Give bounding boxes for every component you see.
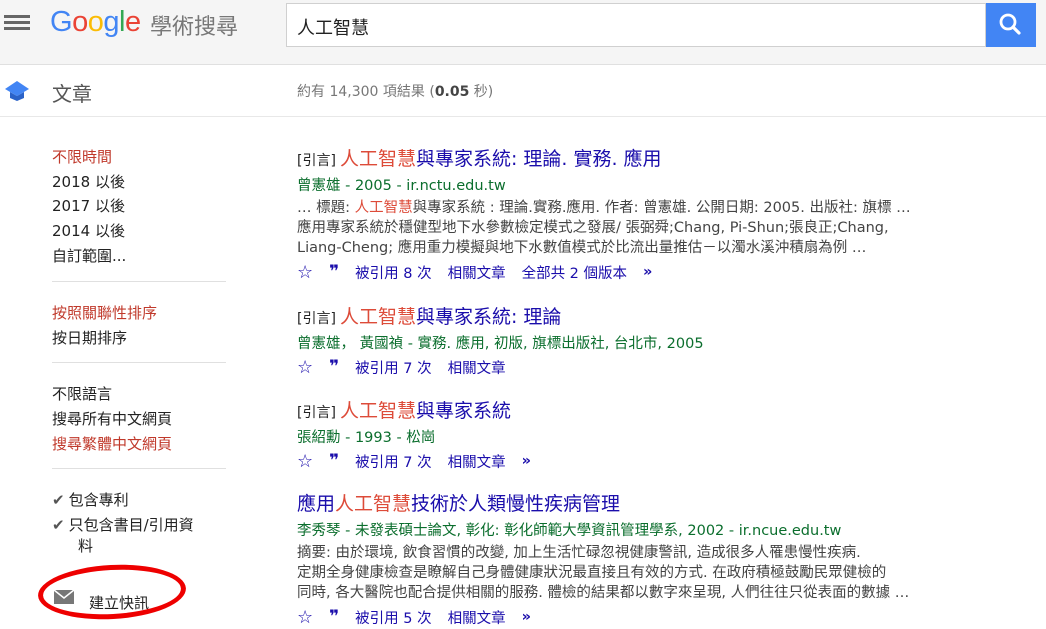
lang-traditional-chinese[interactable]: 搜尋繁體中文網頁: [52, 433, 172, 454]
result-stats: 約有 14,300 項結果 (0.05 秒): [297, 84, 494, 100]
star-icon[interactable]: ☆: [297, 262, 313, 283]
double-chevron-icon[interactable]: »: [522, 453, 531, 469]
related-link[interactable]: 相關文章: [448, 451, 506, 472]
result-snippet: 摘要: 由於環境, 飲食習慣的改變, 加上生活忙碌忽視健康警訊, 造成很多人罹患…: [297, 545, 910, 601]
versions-link[interactable]: 全部共 2 個版本: [522, 262, 627, 283]
google-logo[interactable]: Google: [50, 6, 141, 39]
star-icon[interactable]: ☆: [297, 607, 313, 628]
scholar-label[interactable]: 學術搜尋: [150, 9, 238, 41]
result-title[interactable]: 應用人工智慧技術於人類慢性疾病管理: [297, 489, 977, 516]
result-title[interactable]: [引言] 人工智慧與專家系統: 理論. 實務. 應用: [297, 144, 977, 171]
cited-by-link[interactable]: 被引用 5 次: [355, 607, 431, 628]
search-input[interactable]: 人工智慧: [286, 3, 986, 47]
sort-by-relevance[interactable]: 按照關聯性排序: [52, 302, 157, 323]
lang-all-chinese[interactable]: 搜尋所有中文網頁: [52, 408, 172, 429]
scholar-cap-icon: [5, 81, 29, 101]
related-link[interactable]: 相關文章: [448, 607, 506, 628]
search-icon: [999, 13, 1021, 35]
include-citations-label-cont: 料: [78, 537, 94, 555]
search-value: 人工智慧: [297, 18, 369, 39]
sort-by-date[interactable]: 按日期排序: [52, 327, 127, 348]
include-citations-checkbox[interactable]: ✔ 只包含書目/引用資: [52, 514, 194, 535]
divider: [52, 281, 226, 282]
highlight-circle: [36, 561, 188, 623]
result-title[interactable]: [引言] 人工智慧與專家系統: 理論: [297, 302, 977, 329]
checkmark-icon: ✔: [52, 516, 65, 534]
quote-icon[interactable]: ❞: [329, 357, 339, 377]
filter-any-time[interactable]: 不限時間: [52, 146, 112, 167]
star-icon[interactable]: ☆: [297, 357, 313, 378]
result-meta: 曾憲雄 - 2005 - ir.nctu.edu.tw: [297, 178, 506, 194]
result-snippet: … 標題: 人工智慧與專家系統 : 理論.實務.應用. 作者: 曾憲雄. 公開日…: [297, 200, 911, 256]
result-item: 應用人工智慧技術於人類慢性疾病管理 李秀琴 - 未發表碩士論文, 彰化: 彰化師…: [297, 489, 977, 629]
filter-custom-range[interactable]: 自訂範圍...: [52, 245, 126, 266]
result-item: [引言] 人工智慧與專家系統: 理論. 實務. 應用 曾憲雄 - 2005 - i…: [297, 144, 977, 284]
cited-by-link[interactable]: 被引用 8 次: [355, 262, 431, 283]
hamburger-icon[interactable]: [4, 12, 30, 34]
checkmark-icon: ✔: [52, 491, 65, 509]
lang-any[interactable]: 不限語言: [52, 383, 112, 404]
result-meta: 李秀琴 - 未發表碩士論文, 彰化: 彰化師範大學資訊管理學系, 2002 - …: [297, 523, 842, 539]
result-title[interactable]: [引言] 人工智慧與專家系統: [297, 396, 977, 423]
double-chevron-icon[interactable]: »: [522, 609, 531, 625]
result-actions: ☆ ❞ 被引用 5 次 相關文章 »: [297, 605, 977, 629]
section-label: 文章: [52, 82, 92, 106]
result-item: [引言] 人工智慧與專家系統: 理論 曾憲雄， 黃國禎 - 實務. 應用, 初版,…: [297, 302, 977, 379]
quote-icon[interactable]: ❞: [329, 451, 339, 471]
include-patents-checkbox[interactable]: ✔ 包含專利: [52, 489, 129, 510]
result-actions: ☆ ❞ 被引用 8 次 相關文章 全部共 2 個版本 »: [297, 260, 977, 284]
result-meta: 張紹勳 - 1993 - 松崗: [297, 430, 436, 446]
divider: [52, 362, 226, 363]
quote-icon[interactable]: ❞: [329, 607, 339, 627]
subheader: [0, 64, 1046, 117]
star-icon[interactable]: ☆: [297, 451, 313, 472]
quote-icon[interactable]: ❞: [329, 262, 339, 282]
filter-since-2014[interactable]: 2014 以後: [52, 220, 125, 241]
result-actions: ☆ ❞ 被引用 7 次 相關文章: [297, 355, 977, 379]
result-item: [引言] 人工智慧與專家系統 張紹勳 - 1993 - 松崗 ☆ ❞ 被引用 7 …: [297, 396, 977, 473]
cited-by-link[interactable]: 被引用 7 次: [355, 357, 431, 378]
related-link[interactable]: 相關文章: [448, 357, 506, 378]
search-button[interactable]: [986, 3, 1036, 47]
filter-since-2018[interactable]: 2018 以後: [52, 171, 125, 192]
filter-since-2017[interactable]: 2017 以後: [52, 195, 125, 216]
divider: [52, 468, 226, 469]
result-meta: 曾憲雄， 黃國禎 - 實務. 應用, 初版, 旗標出版社, 台北市, 2005: [297, 336, 704, 352]
double-chevron-icon[interactable]: »: [643, 264, 652, 280]
related-link[interactable]: 相關文章: [448, 262, 506, 283]
cited-by-link[interactable]: 被引用 7 次: [355, 451, 431, 472]
result-actions: ☆ ❞ 被引用 7 次 相關文章 »: [297, 449, 977, 473]
